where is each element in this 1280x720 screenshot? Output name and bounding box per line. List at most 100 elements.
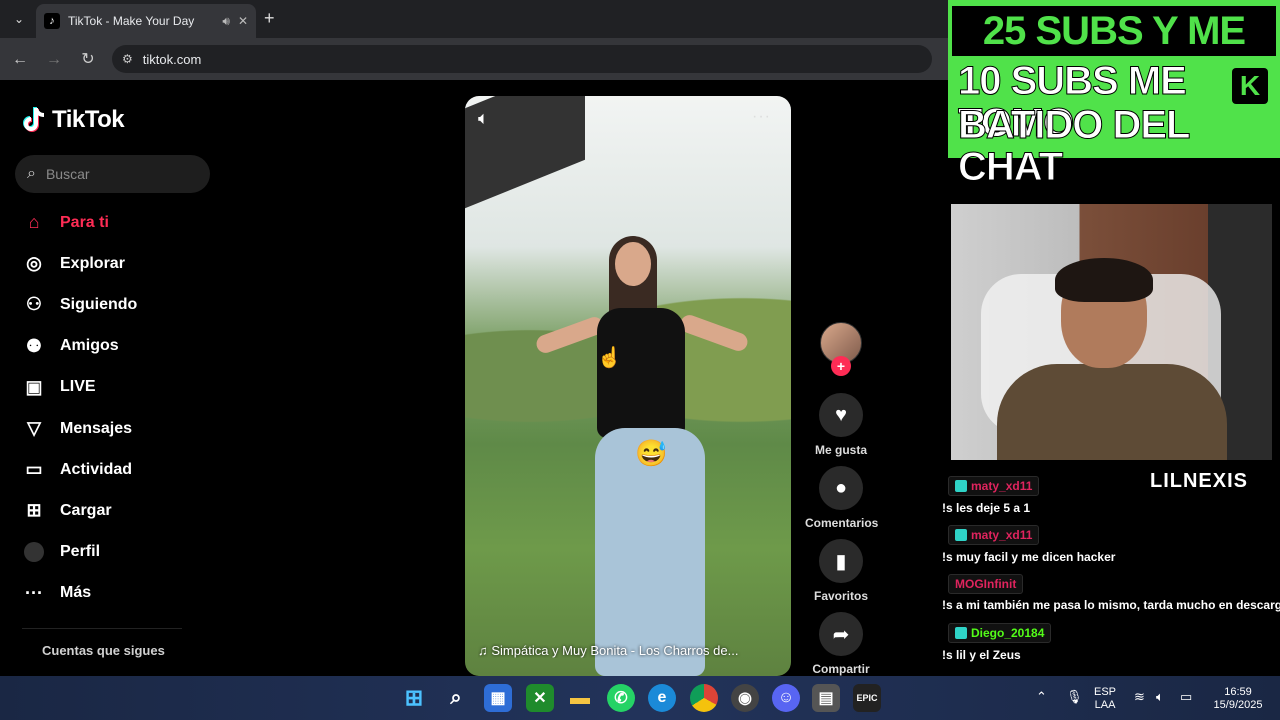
file-explorer-icon[interactable]: ▬ [566,684,594,712]
banner-line-3: BATIDO DEL CHAT [958,103,1191,189]
sidebar-item-label: Mensajes [60,419,133,437]
chevron-up-icon[interactable]: ⌃ [1036,689,1047,705]
edge-icon[interactable]: e [648,684,676,712]
video-player[interactable] [465,96,791,676]
chat-badge-icon [955,480,967,492]
battery-icon[interactable]: ▭ [1180,689,1192,705]
chat-message: maty_xd11 !s les deje 5 a 1 [942,476,1280,525]
chat-username: Diego_20184 [948,623,1052,643]
windows-taskbar [0,676,1280,720]
discord-icon[interactable]: ☺ [772,684,800,712]
url-field[interactable]: ⚙ tiktok.com [112,45,932,73]
hand-cursor-icon: ☝ [597,347,622,369]
following-accounts-title: Cuentas que sigues [42,643,165,658]
wifi-icon[interactable]: ≋ [1134,689,1145,705]
comment-icon: ● [819,466,863,510]
stream-chat: maty_xd11 !s les deje 5 a 1 maty_xd11 !s… [942,476,1280,672]
sidebar-item-amigos[interactable]: ⚉ Amigos [22,326,222,367]
xbox-icon[interactable]: ✕ [526,684,554,712]
video-more-icon[interactable]: ··· [752,108,771,126]
webcam-feed [951,204,1272,460]
sidebar-item-live[interactable]: ▣ LIVE [22,367,222,408]
sidebar-divider [22,628,182,629]
app-icon[interactable]: ▤ [812,684,840,712]
url-text: tiktok.com [142,51,202,67]
speaker-icon[interactable]: 🔊︎ [222,14,230,29]
chat-username: maty_xd11 [948,476,1040,496]
sweat-smile-emoji-icon: 😅 [635,438,668,468]
sidebar-item-cargar[interactable]: ⊞ Cargar [22,490,222,531]
microphone-icon[interactable]: 🎙︎ [1066,689,1083,705]
widgets-icon[interactable]: ▦ [484,684,512,712]
profile-avatar [22,540,46,564]
favorites-label: Favoritos [813,589,868,603]
comments-action[interactable]: ● Comentarios [805,466,878,530]
share-action[interactable]: ➦ Compartir [805,612,877,676]
sidebar-item-label: Para ti [60,213,109,231]
epic-games-icon[interactable]: EPIC [853,684,881,712]
share-arrow-icon: ➦ [819,612,863,656]
sidebar-menu: ⌂ Para ti ◎ Explorar ⚇ Siguiendo ⚉ Amigo… [22,202,222,614]
sidebar-item-siguiendo[interactable]: ⚇ Siguiendo [22,284,222,325]
search-icon: ⌕ [27,165,36,182]
like-label: Me gusta [814,443,867,457]
video-music[interactable]: ♫ Simpática y Muy Bonita - Los Charros d… [478,643,758,658]
back-button[interactable]: ← [10,50,30,70]
chat-message: maty_xd11 !s muy facil y me dicen hacker [942,525,1280,574]
heart-icon: ♥ [819,393,863,437]
close-tab-icon[interactable]: ✕ [238,14,248,28]
reload-button[interactable]: ↻ [78,50,98,70]
sidebar-item-label: Explorar [60,254,125,272]
language-indicator[interactable]: ESP LAA [1094,686,1116,712]
tab-search-button[interactable]: ⌄ [8,8,30,30]
chat-text: !s les deje 5 a 1 [942,501,1031,515]
volume-tray-icon[interactable]: 🔈︎ [1156,689,1164,705]
share-label: Compartir [812,662,870,676]
home-icon: ⌂ [28,212,40,233]
chrome-icon[interactable] [690,684,718,712]
chat-text: !s muy facil y me dicen hacker [942,550,1116,564]
tiktok-logo[interactable]: TikTok [22,106,125,134]
windows-start-icon[interactable]: ⊞ [400,684,428,712]
sidebar-item-label: Cargar [60,501,112,519]
tiktok-wordmark: TikTok [52,106,125,133]
sidebar-item-label: Amigos [60,337,119,355]
new-tab-button[interactable]: + [264,8,275,29]
obs-icon[interactable]: ◉ [731,684,759,712]
site-settings-icon[interactable]: ⚙ [122,52,133,66]
tab-title: TikTok - Make Your Day [68,14,195,28]
forward-button[interactable]: → [44,50,64,70]
search-input[interactable]: ⌕ Buscar [15,155,210,193]
bookmark-icon: ▮ [819,539,863,583]
streamer-hair [1055,258,1153,302]
clock[interactable]: 16:59 15/9/2025 [1208,686,1268,712]
favorites-action[interactable]: ▮ Favoritos [805,539,877,603]
sidebar-item-mensajes[interactable]: ▽ Mensajes [22,408,222,449]
message-box-icon: ▭ [25,459,43,480]
sidebar-item-label: Más [60,584,92,602]
chat-message: MOGInfinit !s a mi también me pasa lo mi… [942,574,1280,623]
volume-icon[interactable]: 🔈︎ [478,108,489,129]
tiktok-favicon: ♪ [44,13,60,29]
follow-plus-icon[interactable]: + [831,356,851,376]
chat-text: !s a mi también me pasa lo mismo, tarda … [942,598,1280,612]
search-placeholder: Buscar [45,166,90,182]
banner-line-1: 25 SUBS Y ME RAPO [952,6,1276,103]
chat-message: Diego_20184 !s lil y el Zeus [942,623,1280,672]
person-shirt [597,308,685,438]
user-follow-icon: ⚇ [25,294,43,315]
friends-icon: ⚉ [25,335,43,356]
sidebar-item-perfil[interactable]: Perfil [22,532,222,573]
like-action[interactable]: ♥ Me gusta [805,393,877,457]
browser-tab[interactable]: ♪ TikTok - Make Your Day 🔊︎ ✕ [36,4,256,38]
sidebar-item-explorar[interactable]: ◎ Explorar [22,243,222,284]
whatsapp-icon[interactable]: ✆ [607,684,635,712]
live-tv-icon: ▣ [25,376,43,397]
sidebar-item-label: Siguiendo [60,295,138,313]
sidebar-item-actividad[interactable]: ▭ Actividad [22,449,222,490]
more-icon: ··· [25,582,43,603]
sidebar-item-para-ti[interactable]: ⌂ Para ti [22,202,222,243]
tiktok-note-icon [23,107,45,132]
sidebar-item-mas[interactable]: ··· Más [22,573,222,614]
search-icon[interactable]: ⌕ [442,684,470,712]
